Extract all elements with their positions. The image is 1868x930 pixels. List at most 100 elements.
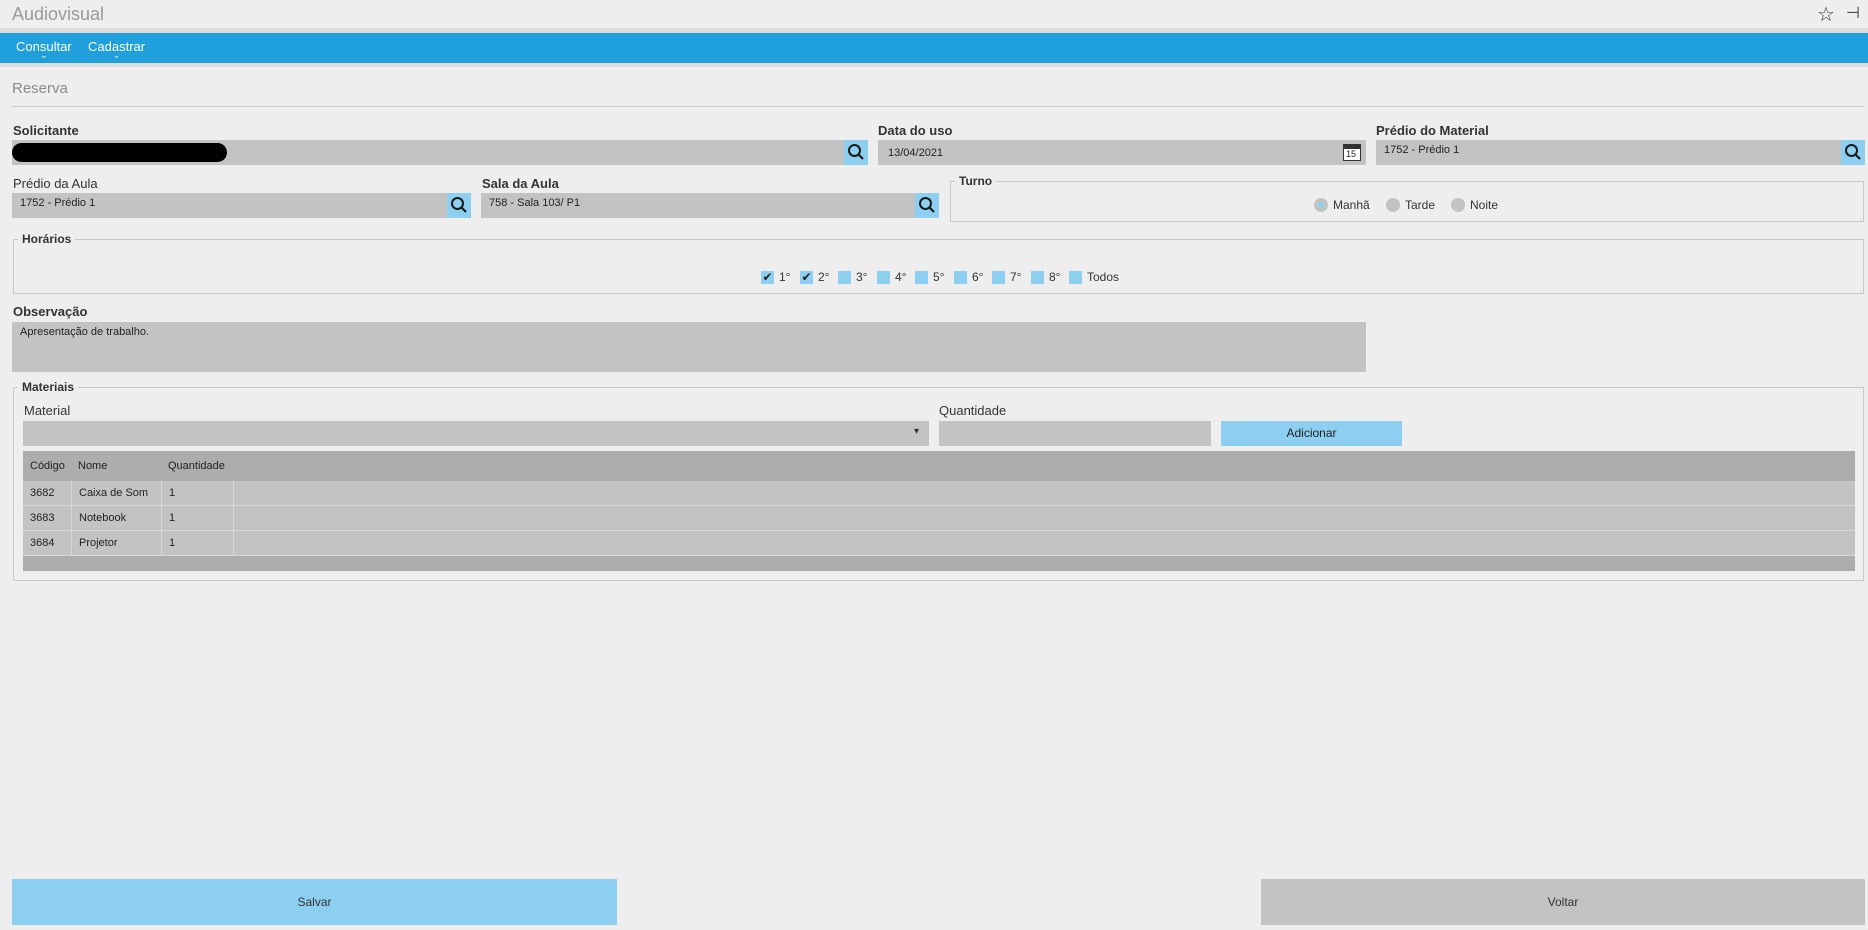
table-row[interactable]: 3684 Projetor 1 (23, 531, 1855, 556)
checkbox-horario-8[interactable]: 8° (1031, 270, 1060, 284)
checkbox-horario-1-box: ✔ (761, 269, 774, 284)
sala-aula-value: 758 - Sala 103/ P1 (489, 197, 581, 209)
horarios-legend: Horários (22, 232, 72, 246)
sala-aula-field[interactable]: 758 - Sala 103/ P1 (481, 193, 939, 218)
chevron-down-icon: ▾ (914, 426, 920, 437)
quantidade-input[interactable] (939, 421, 1211, 446)
cell-quantidade: 1 (162, 531, 234, 555)
checkbox-horario-4-box (877, 270, 890, 284)
cell-codigo: 3683 (23, 506, 72, 530)
adicionar-button[interactable]: Adicionar (1221, 421, 1402, 446)
radio-noite[interactable]: Noite (1451, 198, 1498, 212)
checkbox-horario-4-label: 4° (895, 270, 907, 284)
menu-bar-divider (0, 63, 1868, 67)
radio-manha-indicator (1314, 198, 1328, 212)
checkbox-horario-8-box (1031, 270, 1044, 284)
search-icon (451, 197, 467, 213)
data-uso-value: 13/04/2021 (888, 147, 944, 159)
search-icon (848, 144, 864, 160)
menu-consultar[interactable]: Consultar ⌄ (16, 39, 72, 60)
predio-aula-value: 1752 - Prédio 1 (20, 197, 96, 209)
material-select[interactable]: ▾ (23, 421, 929, 446)
radio-tarde[interactable]: Tarde (1386, 198, 1435, 212)
checkbox-horario-todos[interactable]: Todos (1069, 270, 1119, 284)
checkbox-horario-3-box (838, 270, 851, 284)
observacao-textarea[interactable]: Apresentação de trabalho. (12, 322, 1366, 372)
checkbox-horario-1-label: 1° (779, 270, 791, 284)
app-title: Audiovisual (12, 4, 105, 24)
salvar-button[interactable]: Salvar (12, 879, 617, 925)
solicitante-label: Solicitante (13, 123, 79, 138)
cell-codigo: 3684 (23, 531, 72, 555)
turno-group: Turno Manhã Tarde Noite (950, 174, 1864, 222)
solicitante-field[interactable] (12, 140, 868, 165)
turno-options: Manhã Tarde Noite (951, 198, 1863, 218)
radio-noite-label: Noite (1470, 198, 1499, 212)
chevron-down-icon: ⌄ (40, 50, 48, 60)
checkbox-horario-todos-box (1069, 270, 1082, 284)
sala-aula-label: Sala da Aula (482, 176, 559, 191)
column-header-nome: Nome (78, 460, 108, 472)
checkbox-horario-8-label: 8° (1049, 270, 1061, 284)
table-row[interactable]: 3683 Notebook 1 (23, 506, 1855, 531)
radio-tarde-label: Tarde (1405, 198, 1436, 212)
checkbox-horario-4[interactable]: 4° (877, 270, 906, 284)
radio-noite-indicator (1451, 198, 1465, 212)
checkbox-horario-6[interactable]: 6° (954, 270, 983, 284)
turno-legend: Turno (959, 174, 993, 188)
cell-nome: Projetor (72, 531, 162, 555)
data-uso-field[interactable]: 13/04/2021 15 (878, 140, 1366, 165)
section-divider (12, 106, 1864, 107)
checkbox-horario-5[interactable]: 5° (915, 270, 944, 284)
observacao-value: Apresentação de trabalho. (20, 326, 150, 338)
star-icon[interactable]: ☆ (1817, 2, 1835, 27)
chevron-down-icon: ⌄ (112, 50, 121, 60)
checkbox-horario-2[interactable]: ✔ 2° (800, 270, 829, 284)
checkbox-horario-1[interactable]: ✔ 1° (761, 270, 790, 284)
cell-codigo: 3682 (23, 481, 72, 505)
data-uso-label: Data do uso (878, 123, 953, 138)
pin-icon[interactable]: ⊣ (1846, 3, 1860, 23)
predio-material-label: Prédio do Material (1376, 123, 1489, 138)
cell-nome: Caixa de Som (72, 481, 162, 505)
search-icon (1845, 144, 1861, 160)
checkbox-horario-7-label: 7° (1010, 270, 1022, 284)
table-header: Código Nome Quantidade (23, 451, 1855, 481)
predio-material-value: 1752 - Prédio 1 (1384, 144, 1460, 156)
checkbox-horario-5-label: 5° (933, 270, 945, 284)
voltar-button[interactable]: Voltar (1261, 879, 1865, 925)
checkbox-horario-7[interactable]: 7° (992, 270, 1021, 284)
column-header-codigo: Código (30, 460, 65, 472)
section-title: Reserva (12, 80, 68, 97)
cell-quantidade: 1 (162, 481, 234, 505)
table-footer (23, 556, 1855, 571)
checkbox-horario-todos-label: Todos (1087, 270, 1120, 284)
quantidade-label: Quantidade (939, 403, 1007, 418)
observacao-label: Observação (13, 304, 88, 319)
sala-aula-search-button[interactable] (915, 193, 939, 218)
column-header-quantidade: Quantidade (168, 460, 225, 472)
radio-manha[interactable]: Manhã (1314, 198, 1370, 212)
calendar-icon[interactable]: 15 (1343, 144, 1361, 161)
menu-cadastrar[interactable]: Cadastrar ⌄ (88, 39, 145, 60)
horarios-options: ✔ 1° ✔ 2° 3° 4° 5° 6° 7° 8° Todos (14, 270, 1863, 290)
checkbox-horario-7-box (992, 270, 1005, 284)
horarios-group: Horários ✔ 1° ✔ 2° 3° 4° 5° 6° 7° 8° Todos (13, 232, 1864, 294)
predio-aula-search-button[interactable] (447, 193, 471, 218)
predio-material-field[interactable]: 1752 - Prédio 1 (1376, 140, 1865, 165)
menu-bar: Consultar ⌄ Cadastrar ⌄ (0, 33, 1868, 63)
radio-tarde-indicator (1386, 198, 1400, 212)
predio-material-search-button[interactable] (1841, 140, 1865, 165)
predio-aula-field[interactable]: 1752 - Prédio 1 (12, 193, 471, 218)
search-icon (919, 197, 935, 213)
material-label: Material (24, 403, 71, 418)
checkbox-horario-2-label: 2° (818, 270, 830, 284)
calendar-icon-day: 15 (1346, 149, 1357, 159)
solicitante-search-button[interactable] (844, 140, 868, 165)
predio-aula-label: Prédio da Aula (13, 176, 98, 191)
checkbox-horario-6-box (954, 270, 967, 284)
table-row[interactable]: 3682 Caixa de Som 1 (23, 481, 1855, 506)
cell-nome: Notebook (72, 506, 162, 530)
redaction-mark (12, 143, 227, 162)
checkbox-horario-3[interactable]: 3° (838, 270, 867, 284)
